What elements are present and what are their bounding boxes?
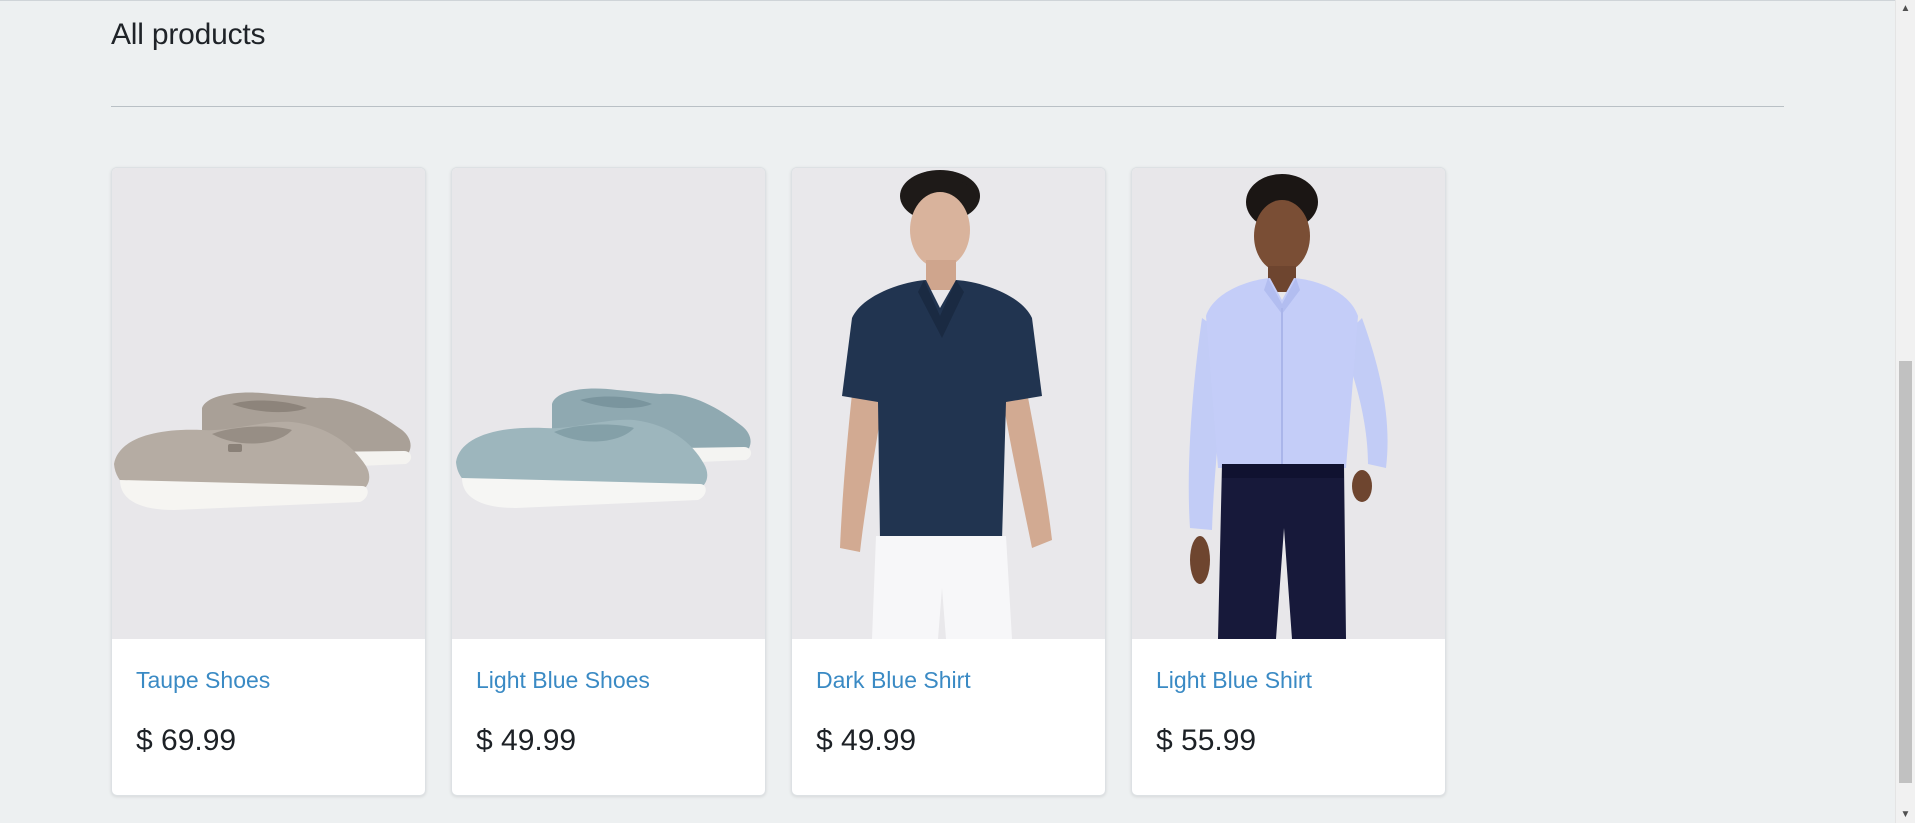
product-price: $ 49.99 (816, 723, 917, 757)
card-body: Dark Blue Shirt $ 49.99 (792, 667, 1105, 759)
light-blue-dress-shirt-illustration (1132, 168, 1445, 639)
card-body: Light Blue Shoes $ 49.99 (452, 667, 765, 759)
scroll-down-arrow-icon[interactable]: ▼ (1896, 806, 1915, 823)
dark-blue-polo-model-image[interactable] (792, 168, 1105, 639)
dark-blue-polo-illustration (792, 168, 1105, 639)
taupe-loafers-image[interactable] (112, 168, 425, 639)
section-divider (111, 106, 1784, 107)
top-edge-divider (0, 0, 1896, 1)
product-name-link[interactable]: Light Blue Shirt (1156, 667, 1421, 695)
product-name-link[interactable]: Light Blue Shoes (476, 667, 741, 695)
product-card[interactable]: Taupe Shoes $ 69.99 (111, 167, 426, 796)
product-card[interactable]: Light Blue Shirt $ 55.99 (1131, 167, 1446, 796)
light-blue-loafers-illustration (452, 168, 765, 639)
product-price: $ 55.99 (1156, 723, 1257, 757)
vertical-scrollbar[interactable]: ▲ ▼ (1895, 0, 1915, 823)
product-card[interactable]: Light Blue Shoes $ 49.99 (451, 167, 766, 796)
product-price: $ 49.99 (476, 723, 577, 757)
product-price: $ 69.99 (136, 723, 237, 757)
scroll-up-arrow-icon[interactable]: ▲ (1896, 0, 1915, 17)
scrollbar-thumb[interactable] (1899, 361, 1912, 783)
taupe-loafers-illustration (112, 168, 425, 639)
page: All products Taupe Shoes $ 69.99 Light B… (0, 0, 1896, 823)
card-body: Taupe Shoes $ 69.99 (112, 667, 425, 759)
card-body: Light Blue Shirt $ 55.99 (1132, 667, 1445, 759)
product-name-link[interactable]: Dark Blue Shirt (816, 667, 1081, 695)
section-title: All products (111, 18, 266, 51)
product-name-link[interactable]: Taupe Shoes (136, 667, 401, 695)
light-blue-loafers-image[interactable] (452, 168, 765, 639)
light-blue-dress-shirt-model-image[interactable] (1132, 168, 1445, 639)
product-grid: Taupe Shoes $ 69.99 Light Blue Shoes $ 4… (111, 167, 1446, 796)
product-card[interactable]: Dark Blue Shirt $ 49.99 (791, 167, 1106, 796)
